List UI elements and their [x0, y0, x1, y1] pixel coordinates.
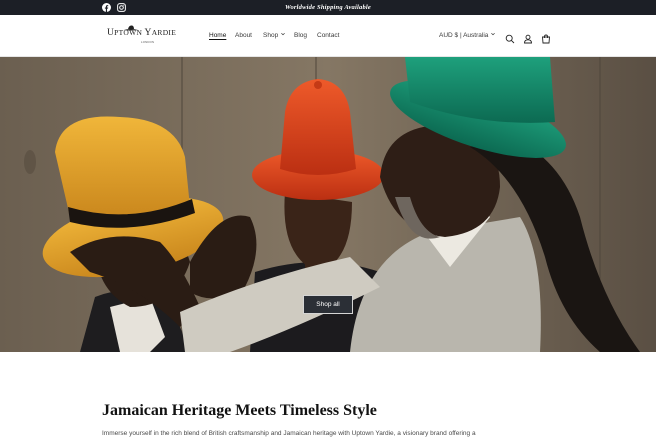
- announcement-bar: Worldwide Shipping Available: [0, 0, 656, 15]
- hero-banner: Shop all: [0, 57, 656, 352]
- site-header: UPTOWN YARDIE LONDON Home About Shop Blo…: [0, 15, 656, 57]
- section-text: Immerse yourself in the rich blend of Br…: [102, 430, 476, 437]
- section-title: Jamaican Heritage Meets Timeless Style: [102, 402, 377, 419]
- nav-about[interactable]: About: [235, 32, 252, 39]
- currency-selector[interactable]: AUD $ | Australia: [439, 32, 496, 39]
- logo-subtext: LONDON: [141, 40, 155, 44]
- chevron-down-icon: [491, 32, 496, 36]
- currency-label: AUD $ | Australia: [439, 32, 489, 39]
- nav-home[interactable]: Home: [209, 32, 226, 39]
- chevron-down-icon: [281, 32, 286, 36]
- nav-blog[interactable]: Blog: [294, 32, 307, 39]
- logo[interactable]: UPTOWN YARDIE LONDON: [107, 25, 191, 49]
- nav-shop[interactable]: Shop: [263, 32, 286, 39]
- logo-text: UPTOWN YARDIE: [107, 28, 177, 38]
- nav-shop-label: Shop: [263, 32, 279, 39]
- shop-all-button[interactable]: Shop all: [303, 295, 353, 314]
- nav-contact[interactable]: Contact: [317, 32, 339, 39]
- account-icon[interactable]: [523, 31, 533, 44]
- search-icon[interactable]: [505, 31, 515, 44]
- cart-icon[interactable]: [541, 31, 551, 44]
- announcement-text: Worldwide Shipping Available: [284, 4, 371, 11]
